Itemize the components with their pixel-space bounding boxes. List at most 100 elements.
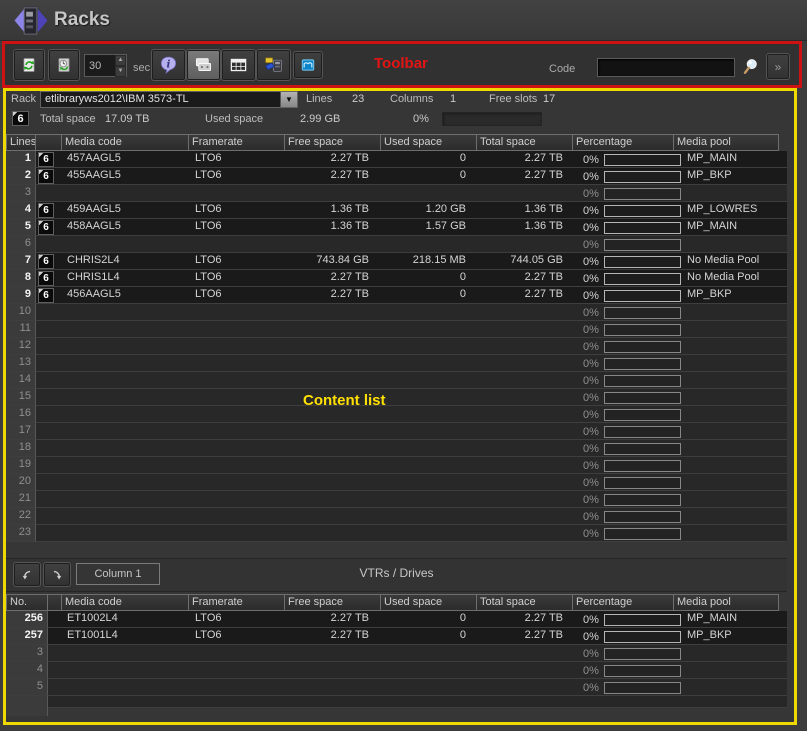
grid-view-button[interactable] (222, 50, 255, 80)
library-button[interactable] (257, 50, 290, 80)
info-button[interactable]: i (152, 50, 185, 80)
auto-refresh-button[interactable] (49, 50, 79, 80)
table-row[interactable]: 96456AAGL5LTO62.27 TB02.27 TB0%MP_BKP (6, 287, 787, 304)
column-header-percentage[interactable]: Percentage (572, 134, 674, 151)
cell-percent: 0% (579, 491, 681, 508)
column-header-media-code[interactable]: Media code (61, 594, 189, 611)
cell-badge (36, 321, 63, 338)
column-header-total-space[interactable]: Total space (476, 594, 573, 611)
lines-value: 23 (352, 93, 364, 105)
cell-media-pool (681, 662, 787, 679)
interval-spinner[interactable]: ▲ ▼ (84, 54, 127, 77)
spinner-up-icon[interactable]: ▲ (115, 55, 126, 66)
table-row[interactable]: 50% (6, 679, 787, 696)
table-row[interactable]: 130% (6, 355, 787, 372)
table-row[interactable]: 60% (6, 236, 787, 253)
cell-total-space (482, 321, 579, 338)
cell-no: 6 (6, 236, 36, 253)
table-row[interactable]: 76CHRIS2L4LTO6743.84 GB218.15 MB744.05 G… (6, 253, 787, 270)
cell-total-space (482, 236, 579, 253)
column-header-no-[interactable]: No. (6, 594, 48, 611)
spinner-down-icon[interactable]: ▼ (115, 66, 126, 77)
code-input[interactable] (597, 58, 735, 77)
cell-badge (36, 185, 63, 202)
cell-media-pool: MP_MAIN (681, 219, 787, 236)
cell-total-space (482, 185, 579, 202)
table-row[interactable]: 110% (6, 321, 787, 338)
column-header-free-space[interactable]: Free space (284, 594, 381, 611)
table-row[interactable]: 160% (6, 406, 787, 423)
table-row[interactable]: 257ET1001L4LTO62.27 TB02.27 TB0%MP_BKP (6, 628, 787, 645)
cell-total-space: 1.36 TB (482, 202, 579, 219)
cell-total-space: 2.27 TB (482, 168, 579, 185)
progress-bar (604, 375, 681, 387)
table-row[interactable]: 140% (6, 372, 787, 389)
table-row[interactable]: 30% (6, 185, 787, 202)
table-row[interactable]: 210% (6, 491, 787, 508)
interval-input[interactable] (85, 55, 115, 76)
cell-badge (36, 525, 63, 542)
table-row[interactable]: 170% (6, 423, 787, 440)
dropdown-arrow-icon[interactable]: ▼ (280, 92, 297, 107)
table-row[interactable]: 26455AAGL5LTO62.27 TB02.27 TB0%MP_BKP (6, 168, 787, 185)
cell-used-space (385, 440, 482, 457)
media-pool-button[interactable] (294, 52, 322, 78)
page-title: Racks (54, 9, 110, 31)
column-header-framerate[interactable]: Framerate (188, 594, 285, 611)
table-row[interactable]: 100% (6, 304, 787, 321)
table-row[interactable]: 200% (6, 474, 787, 491)
search-button[interactable] (736, 51, 766, 81)
table-row[interactable]: 16457AAGL5LTO62.27 TB02.27 TB0%MP_MAIN (6, 151, 787, 168)
cell-percent: 0% (579, 304, 681, 321)
cell-free-space: 2.27 TB (288, 270, 385, 287)
table-row[interactable]: 46459AAGL5LTO61.36 TB1.20 GB1.36 TB0%MP_… (6, 202, 787, 219)
lto-cartridge-badge: 6 (38, 220, 54, 235)
table-row[interactable]: 190% (6, 457, 787, 474)
table-row[interactable]: 120% (6, 338, 787, 355)
column-header-badge[interactable] (47, 594, 62, 611)
column-header-badge[interactable] (35, 134, 62, 151)
cell-framerate (191, 389, 288, 406)
cell-percent: 0% (579, 457, 681, 474)
vtr-table-gutter (6, 696, 48, 716)
cell-used-space: 1.20 GB (385, 202, 482, 219)
column-header-total-space[interactable]: Total space (476, 134, 573, 151)
column-header-used-space[interactable]: Used space (380, 594, 477, 611)
cell-media-code: 456AAGL5 (63, 287, 191, 304)
cell-no: 17 (6, 423, 36, 440)
percent-text: 0% (583, 511, 599, 523)
table-row[interactable]: 150% (6, 389, 787, 406)
column-header-media-code[interactable]: Media code (61, 134, 189, 151)
vtr-table-filler-row (6, 696, 787, 708)
rack-select[interactable]: etlibraryws2012\IBM 3573-TL ▼ (40, 91, 298, 108)
table-row[interactable]: 40% (6, 662, 787, 679)
column-header-lines[interactable]: Lines (6, 134, 36, 151)
more-options-button[interactable]: » (767, 54, 789, 79)
column-header-percentage[interactable]: Percentage (572, 594, 674, 611)
cell-percent: 0% (579, 355, 681, 372)
percent-text: 0% (583, 665, 599, 677)
cell-total-space (482, 679, 579, 696)
percent-text: 0% (583, 256, 599, 268)
table-row[interactable]: 230% (6, 525, 787, 542)
cell-badge: 6 (36, 270, 63, 287)
cell-framerate (191, 508, 288, 525)
table-row[interactable]: 86CHRIS1L4LTO62.27 TB02.27 TB0%No Media … (6, 270, 787, 287)
table-row[interactable]: 256ET1002L4LTO62.27 TB02.27 TB0%MP_MAIN (6, 611, 787, 628)
column-header-media-pool[interactable]: Media pool (673, 594, 779, 611)
progress-bar (604, 307, 681, 319)
column-header-free-space[interactable]: Free space (284, 134, 381, 151)
lto-cartridge-badge: 6 (38, 203, 54, 218)
cell-media-pool (681, 185, 787, 202)
table-row[interactable]: 56458AAGL5LTO61.36 TB1.57 GB1.36 TB0%MP_… (6, 219, 787, 236)
column-header-framerate[interactable]: Framerate (188, 134, 285, 151)
table-row[interactable]: 180% (6, 440, 787, 457)
refresh-button[interactable] (14, 50, 44, 80)
table-row[interactable]: 220% (6, 508, 787, 525)
used-space-label: Used space (205, 113, 263, 125)
media-list-button[interactable] (187, 50, 220, 80)
column-header-media-pool[interactable]: Media pool (673, 134, 779, 151)
table-row[interactable]: 30% (6, 645, 787, 662)
cell-media-code (63, 645, 191, 662)
column-header-used-space[interactable]: Used space (380, 134, 477, 151)
